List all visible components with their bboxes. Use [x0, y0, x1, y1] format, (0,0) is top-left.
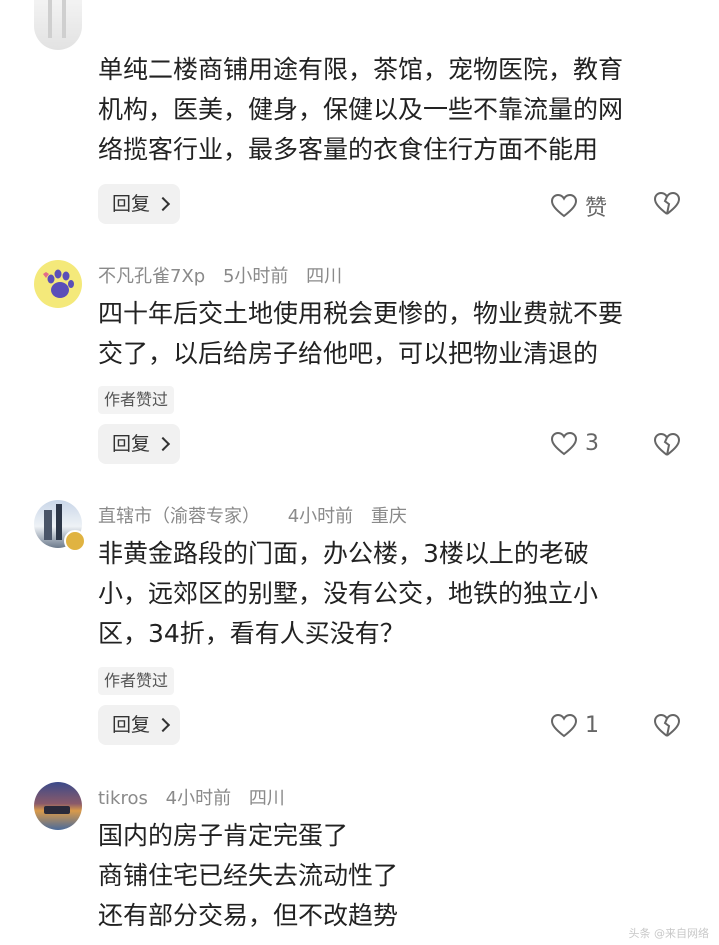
timestamp: 4小时前: [287, 506, 354, 527]
reply-button[interactable]: 回复: [98, 424, 181, 464]
like-count: 1: [585, 713, 599, 738]
heart-icon: [551, 713, 577, 737]
timestamp: 5小时前: [222, 266, 289, 287]
like-count: 赞: [585, 196, 608, 221]
avatar[interactable]: [34, 782, 82, 830]
like-button[interactable]: 1: [551, 713, 599, 738]
location: 重庆: [370, 506, 407, 527]
username[interactable]: 不凡孔雀7Xp: [98, 266, 205, 287]
like-count: 3: [585, 431, 599, 456]
reply-label: 回复: [112, 714, 151, 736]
like-button[interactable]: 3: [551, 431, 599, 456]
author-liked-badge: 作者赞过: [98, 667, 175, 695]
reply-button[interactable]: 回复: [98, 184, 181, 224]
heart-icon: [551, 194, 577, 218]
broken-heart-icon: [653, 713, 681, 737]
chevron-right-icon: [155, 436, 171, 452]
comment-line: 国内的房子肯定完蛋了: [98, 821, 349, 850]
username[interactable]: tikros: [98, 788, 148, 809]
comment-meta: tikros 4小时前 四川: [98, 784, 297, 810]
comment-text: 单纯二楼商铺用途有限，茶馆，宠物医院，教育 机构，医美，健身，保健以及一些不靠流…: [98, 50, 698, 170]
comment-meta: 直辖市（渝蓉专家） 4小时前 重庆: [98, 502, 419, 528]
watermark: 头条 @来自网络: [628, 927, 710, 940]
comment-line: 商铺住宅已经失去流动性了: [98, 861, 399, 890]
dislike-button[interactable]: [653, 432, 681, 461]
broken-heart-icon: [653, 191, 681, 215]
comment-line: 非黄金路段的门面，办公楼，3楼以上的老破: [98, 539, 589, 568]
dislike-button[interactable]: [653, 713, 681, 742]
author-liked-badge: 作者赞过: [98, 386, 175, 414]
reply-label: 回复: [112, 193, 151, 215]
avatar[interactable]: [34, 260, 82, 308]
comment-line: 交了，以后给房子给他吧，可以把物业清退的: [98, 339, 599, 368]
comment-text: 四十年后交土地使用税会更惨的，物业费就不要 交了，以后给房子给他吧，可以把物业清…: [98, 294, 698, 374]
reply-button[interactable]: 回复: [98, 705, 181, 745]
location: 四川: [248, 788, 285, 809]
comment-line: 还有部分交易，但不改趋势: [98, 901, 399, 930]
paw-icon: [43, 269, 74, 298]
broken-heart-icon: [653, 432, 681, 456]
dislike-button[interactable]: [653, 191, 681, 220]
location: 四川: [306, 266, 343, 287]
comment-line: 四十年后交土地使用税会更惨的，物业费就不要: [98, 299, 624, 328]
comment-line: 小，远郊区的别墅，没有公交，地铁的独立小: [98, 579, 599, 608]
comment-line: 机构，医美，健身，保健以及一些不靠流量的网: [98, 95, 624, 124]
comment-text: 国内的房子肯定完蛋了 商铺住宅已经失去流动性了 还有部分交易，但不改趋势: [98, 816, 698, 936]
like-button[interactable]: 赞: [551, 190, 607, 222]
reply-label: 回复: [112, 433, 151, 455]
comment-meta: 不凡孔雀7Xp 5小时前 四川: [98, 262, 354, 288]
username[interactable]: 直辖市（渝蓉专家）: [98, 506, 260, 527]
timestamp: 4小时前: [165, 788, 232, 809]
chevron-right-icon: [155, 196, 171, 212]
heart-icon: [551, 431, 577, 455]
comment-line: 单纯二楼商铺用途有限，茶馆，宠物医院，教育: [98, 55, 624, 84]
comment-line: 区，34折，看有人买没有？: [98, 619, 405, 648]
chevron-right-icon: [155, 717, 171, 733]
comment-text: 非黄金路段的门面，办公楼，3楼以上的老破 小，远郊区的别墅，没有公交，地铁的独立…: [98, 534, 698, 654]
comment-line: 络揽客行业，最多客量的衣食住行方面不能用: [98, 135, 599, 164]
avatar[interactable]: [34, 0, 82, 50]
verified-badge-icon: [64, 530, 86, 552]
